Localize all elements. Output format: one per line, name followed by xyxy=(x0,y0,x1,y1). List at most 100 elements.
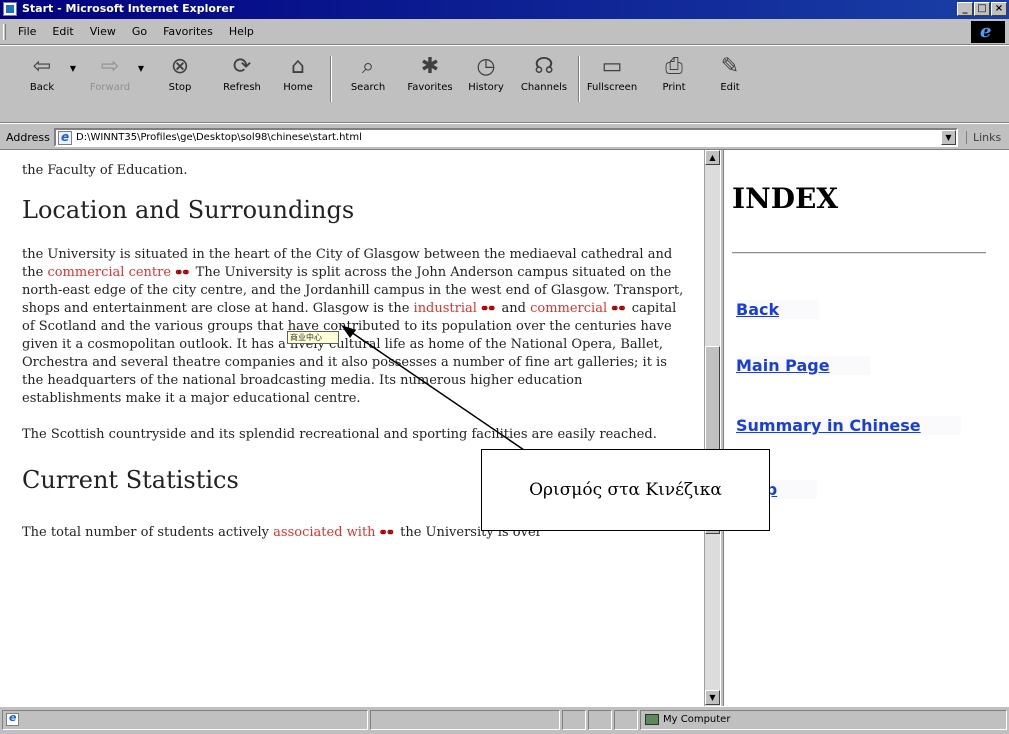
index-link-main-page[interactable]: Main Page xyxy=(736,356,870,375)
menu-go[interactable]: Go xyxy=(124,25,155,38)
status-pane-a xyxy=(562,710,586,730)
main-frame-scrollbar[interactable]: ▲ ▼ xyxy=(704,150,720,706)
channels-button[interactable]: ☊ Channels xyxy=(514,50,574,106)
main-frame: the Faculty of Education. Location and S… xyxy=(0,150,704,706)
favorites-icon: ✱ xyxy=(420,54,440,79)
toolbar-separator xyxy=(578,56,580,102)
search-button[interactable]: ⌕ Search xyxy=(338,50,398,106)
address-input[interactable]: D:\WINNT35\Profiles\ge\Desktop\sol98\chi… xyxy=(54,128,958,147)
search-label: Search xyxy=(350,82,386,93)
menu-grip[interactable] xyxy=(3,24,6,40)
edit-label: Edit xyxy=(720,82,740,93)
fullscreen-label: Fullscreen xyxy=(586,82,638,93)
stop-icon: ⊗ xyxy=(170,54,190,79)
callout-text: Ορισμός στα Κινέζικα xyxy=(529,480,722,500)
term-associated-with[interactable]: associated with xyxy=(273,525,375,540)
back-button[interactable]: ⇦ Back ▼ xyxy=(12,50,76,106)
status-pane-c xyxy=(614,710,638,730)
term-commercial[interactable]: commercial xyxy=(530,301,607,316)
stop-button[interactable]: ⊗ Stop xyxy=(150,50,210,106)
term-industrial[interactable]: industrial xyxy=(414,301,477,316)
forward-dropdown-icon[interactable]: ▼ xyxy=(138,64,144,73)
fullscreen-icon: ▭ xyxy=(601,54,623,79)
index-link-back[interactable]: Back xyxy=(736,300,820,319)
close-button[interactable]: × xyxy=(991,2,1007,16)
back-arrow-icon: ⇦ xyxy=(32,54,52,79)
refresh-label: Refresh xyxy=(223,82,261,93)
ie-throbber-logo: e xyxy=(971,21,1005,43)
links-button[interactable]: Links xyxy=(966,131,1001,144)
paragraph-location: the University is situated in the heart … xyxy=(22,246,684,408)
toolbar-separator xyxy=(330,56,332,102)
refresh-button[interactable]: ⟳ Refresh xyxy=(212,50,272,106)
chinese-definition-popup: 商业中心 xyxy=(287,331,339,344)
history-icon: ◷ xyxy=(476,54,496,79)
scroll-up-icon[interactable]: ▲ xyxy=(705,150,720,165)
menu-bar: File Edit View Go Favorites Help xyxy=(0,19,1009,45)
back-label: Back xyxy=(29,82,55,93)
text-run: capital of Scotland and the various grou… xyxy=(22,301,677,406)
menu-view[interactable]: View xyxy=(82,25,124,38)
address-label: Address xyxy=(6,131,50,144)
security-zone: My Computer xyxy=(663,714,731,725)
ie-app-icon[interactable] xyxy=(3,2,17,16)
address-url[interactable]: D:\WINNT35\Profiles\ge\Desktop\sol98\chi… xyxy=(76,132,362,143)
glasses-icon[interactable]: ⚭⚭ xyxy=(480,300,497,318)
refresh-icon: ⟳ xyxy=(232,54,252,79)
minimize-button[interactable]: _ xyxy=(957,2,973,16)
text-run: The total number of students actively xyxy=(22,525,274,540)
home-label: Home xyxy=(283,82,313,93)
edit-button[interactable]: ✎ Edit xyxy=(700,50,760,106)
window-title: Start - Microsoft Internet Explorer xyxy=(22,2,235,15)
text-run: and xyxy=(497,301,531,316)
paragraph-countryside: The Scottish countryside and its splendi… xyxy=(22,427,657,442)
index-divider xyxy=(732,252,986,254)
favorites-button[interactable]: ✱ Favorites xyxy=(400,50,460,106)
fullscreen-button[interactable]: ▭ Fullscreen xyxy=(582,50,642,106)
forward-label: Forward xyxy=(89,82,131,93)
channels-label: Channels xyxy=(520,82,568,93)
intro-fragment: the Faculty of Education. xyxy=(22,163,188,178)
status-bar: My Computer xyxy=(0,706,1009,734)
address-bar: Address D:\WINNT35\Profiles\ge\Desktop\s… xyxy=(0,123,1009,150)
glasses-icon[interactable]: ⚭⚭ xyxy=(379,524,396,542)
menu-file[interactable]: File xyxy=(10,25,44,38)
term-commercial-centre[interactable]: commercial centre xyxy=(47,265,171,280)
menu-favorites[interactable]: Favorites xyxy=(155,25,221,38)
my-computer-icon xyxy=(645,714,659,725)
menu-help[interactable]: Help xyxy=(221,25,262,38)
browser-content: the Faculty of Education. Location and S… xyxy=(0,150,1009,706)
status-pane-main xyxy=(2,710,368,730)
print-icon: ⎙ xyxy=(665,54,683,79)
search-icon: ⌕ xyxy=(361,54,375,79)
status-pane-zone: My Computer xyxy=(640,710,1007,730)
status-pane-b xyxy=(588,710,612,730)
forward-button[interactable]: ⇨ Forward ▼ xyxy=(80,50,144,106)
standard-toolbar: ⇦ Back ▼ ⇨ Forward ▼ ⊗ Stop ⟳ Refresh ⌂ … xyxy=(0,45,1009,123)
glasses-icon[interactable]: ⚭⚭ xyxy=(610,300,627,318)
heading-location: Location and Surroundings xyxy=(22,196,355,224)
home-button[interactable]: ⌂ Home xyxy=(268,50,328,106)
maximize-button[interactable]: □ xyxy=(974,2,990,16)
title-bar: Start - Microsoft Internet Explorer _ □ … xyxy=(0,0,1009,19)
glasses-icon[interactable]: ⚭⚭ xyxy=(174,264,191,282)
scroll-down-icon[interactable]: ▼ xyxy=(705,690,720,705)
history-button[interactable]: ◷ History xyxy=(456,50,516,106)
history-label: History xyxy=(468,82,504,93)
page-status-icon xyxy=(6,711,19,726)
page-icon xyxy=(58,130,72,145)
status-pane-progress xyxy=(370,710,560,730)
back-dropdown-icon[interactable]: ▼ xyxy=(70,64,76,73)
print-label: Print xyxy=(662,82,686,93)
stop-label: Stop xyxy=(168,82,192,93)
window-controls: _ □ × xyxy=(957,2,1007,16)
index-link-summary-chinese[interactable]: Summary in Chinese xyxy=(736,416,961,435)
channels-icon: ☊ xyxy=(534,54,554,79)
print-button[interactable]: ⎙ Print xyxy=(644,50,704,106)
index-frame: INDEX Back Main Page Summary in Chinese … xyxy=(724,150,1009,706)
index-title: INDEX xyxy=(732,182,839,215)
menu-edit[interactable]: Edit xyxy=(44,25,81,38)
address-dropdown-icon[interactable]: ▼ xyxy=(941,130,956,145)
edit-icon: ✎ xyxy=(720,54,740,79)
home-icon: ⌂ xyxy=(291,54,305,79)
